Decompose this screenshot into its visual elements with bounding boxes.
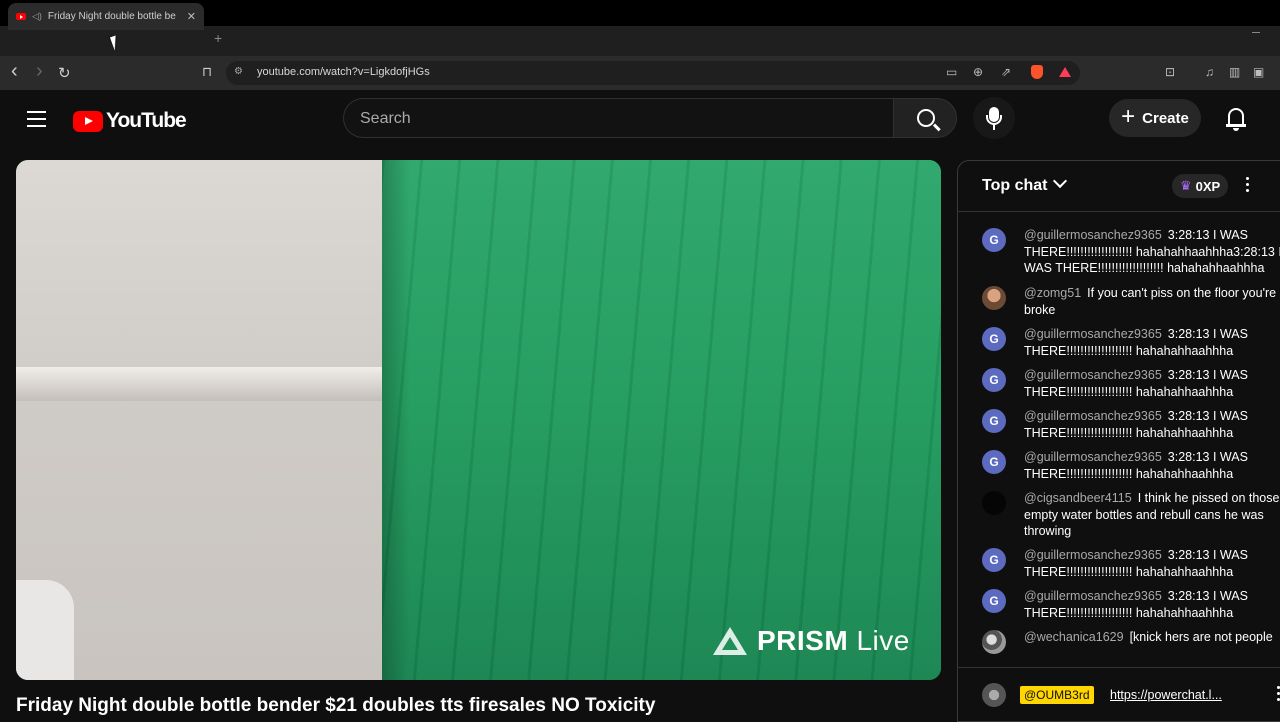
message-body: @guillermosanchez9365 3:28:13 I WAS THERE… (1024, 547, 1280, 580)
create-label: Create (1142, 109, 1189, 127)
message-author[interactable]: @guillermosanchez9365 (1024, 450, 1162, 464)
audio-playing-icon[interactable]: ◁) (32, 11, 42, 22)
avatar[interactable] (982, 630, 1006, 654)
chat-pinned-ticker: @OUMB3rd https://powerchat.l... (958, 667, 1280, 708)
share-icon[interactable]: ⇗ (1001, 65, 1011, 79)
message-body: @guillermosanchez9365 3:28:13 I WAS THERE… (1024, 227, 1280, 277)
brave-shield-icon[interactable] (1031, 65, 1043, 79)
bookmark-icon[interactable]: ⊓ (202, 64, 212, 80)
bell-clapper (1233, 127, 1239, 131)
chat-mode-dropdown[interactable]: Top chat (982, 173, 1068, 195)
avatar[interactable]: G (982, 368, 1006, 392)
tab-close-icon[interactable]: ✕ (187, 10, 196, 23)
message-body: @wechanica1629 [knick hers are not people (1024, 629, 1280, 646)
avatar[interactable]: G (982, 548, 1006, 572)
message-body: @guillermosanchez9365 3:28:13 I WAS THERE… (1024, 326, 1280, 359)
search-icon-handle (933, 123, 941, 131)
youtube-play-icon (73, 110, 103, 132)
back-button[interactable]: ‹ (11, 60, 18, 83)
chat-header: Top chat ♛ 0XP (958, 161, 1280, 212)
message-body: @guillermosanchez9365 3:28:13 I WAS THERE… (1024, 588, 1280, 621)
wallet-icon[interactable]: ▣ (1253, 65, 1264, 79)
prism-light: Live (848, 625, 910, 656)
video-player[interactable]: PRISM Live (16, 160, 941, 680)
minimize-icon[interactable] (1252, 32, 1260, 33)
microphone-stem (993, 125, 995, 130)
plus-icon: + (1121, 103, 1136, 130)
new-tab-button[interactable]: + (214, 30, 222, 46)
prism-bold: PRISM (757, 625, 849, 656)
menu-icon[interactable] (27, 111, 46, 132)
xp-value: 0XP (1195, 178, 1221, 194)
message-author[interactable]: @guillermosanchez9365 (1024, 368, 1162, 382)
message-body: @guillermosanchez9365 3:28:13 I WAS THERE… (1024, 408, 1280, 441)
avatar[interactable]: G (982, 327, 1006, 351)
message-body: @guillermosanchez9365 3:28:13 I WAS THERE… (1024, 449, 1280, 482)
media-icon[interactable]: ♫ (1205, 65, 1214, 79)
avatar[interactable] (982, 491, 1006, 515)
live-chat-panel: Top chat ♛ 0XP G @guillermosanchez9365 3:… (957, 160, 1280, 722)
message-author[interactable]: @cigsandbeer4115 (1024, 491, 1132, 505)
site-settings-icon[interactable]: ⚙ (234, 66, 243, 77)
message-author[interactable]: @zomg51 (1024, 286, 1081, 300)
reload-button[interactable]: ↻ (58, 64, 71, 82)
message-author[interactable]: @guillermosanchez9365 (1024, 409, 1162, 423)
message-author[interactable]: @guillermosanchez9365 (1024, 327, 1162, 341)
message-author[interactable]: @guillermosanchez9365 (1024, 548, 1162, 562)
avatar[interactable]: G (982, 228, 1006, 252)
voice-search-button[interactable] (973, 97, 1015, 139)
forward-button[interactable]: › (36, 60, 43, 83)
browser-tab[interactable]: ◁) Friday Night double bottle be ✕ (8, 3, 204, 30)
chat-more-options-icon[interactable] (1246, 177, 1250, 195)
video-frame-object (16, 580, 74, 680)
tab-title: Friday Night double bottle be (47, 11, 176, 22)
mention-chip[interactable]: @OUMB3rd (1020, 686, 1094, 704)
avatar[interactable] (982, 683, 1006, 707)
tab-strip (0, 26, 1280, 56)
crown-icon: ♛ (1180, 178, 1192, 193)
message-text: [knick hers are not people (1129, 630, 1273, 644)
search-box (343, 98, 893, 139)
cast-icon[interactable]: ▭ (946, 65, 957, 79)
notifications-icon[interactable] (1226, 108, 1246, 131)
message-body: @cigsandbeer4115 I think he pissed on tho… (1024, 490, 1280, 540)
search-button[interactable] (893, 98, 957, 138)
video-frame-fold (382, 160, 410, 680)
avatar[interactable] (982, 286, 1006, 310)
prism-logo-icon (713, 627, 747, 655)
sidebar-toggle-icon[interactable]: ⊡ (1165, 65, 1175, 79)
avatar[interactable]: G (982, 589, 1006, 613)
message-body: @zomg51 If you can't piss on the floor yo… (1024, 285, 1280, 318)
xp-badge[interactable]: ♛ 0XP (1172, 174, 1229, 198)
message-author[interactable]: @guillermosanchez9365 (1024, 228, 1162, 242)
youtube-logo[interactable]: YouTube (73, 109, 187, 133)
video-frame-green-sheet (382, 160, 941, 680)
video-title: Friday Night double bottle bender $21 do… (16, 695, 656, 716)
bell-body (1228, 108, 1244, 124)
search-input[interactable] (358, 99, 882, 139)
message-body: @guillermosanchez9365 3:28:13 I WAS THERE… (1024, 367, 1280, 400)
youtube-favicon-icon (16, 13, 26, 20)
chat-link[interactable]: https://powerchat.l... (1110, 688, 1222, 702)
bell-base (1226, 124, 1246, 127)
reading-list-icon[interactable]: ▥ (1229, 65, 1240, 79)
url-text[interactable]: youtube.com/watch?v=LigkdofjHGs (257, 66, 430, 78)
zoom-icon[interactable]: ⊕ (973, 65, 983, 79)
message-author[interactable]: @guillermosanchez9365 (1024, 589, 1162, 603)
chevron-down-icon (1053, 173, 1068, 189)
avatar[interactable]: G (982, 450, 1006, 474)
chat-title: Top chat (982, 177, 1048, 194)
avatar[interactable]: G (982, 409, 1006, 433)
prism-text: PRISM Live (757, 625, 910, 657)
brave-rewards-icon[interactable] (1059, 67, 1071, 77)
message-author[interactable]: @wechanica1629 (1024, 630, 1124, 644)
prism-live-watermark: PRISM Live (713, 625, 910, 657)
video-frame-rail (16, 367, 384, 401)
logo-text: YouTube (106, 109, 187, 132)
microphone-stand (986, 115, 1002, 125)
create-button[interactable]: + Create (1109, 99, 1201, 137)
